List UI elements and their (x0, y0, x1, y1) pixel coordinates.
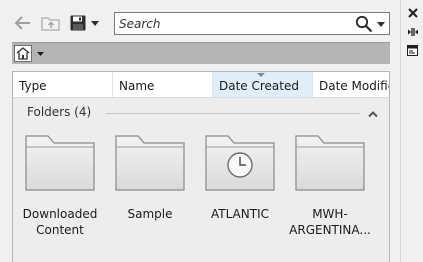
properties-button[interactable] (404, 42, 421, 58)
folder-clock-icon (204, 134, 276, 192)
home-icon (14, 45, 32, 62)
search-input[interactable] (119, 15, 349, 32)
group-label: Folders (4) (27, 105, 92, 119)
chevron-down-icon (377, 21, 385, 27)
group-header-folders[interactable]: Folders (4) (13, 102, 389, 122)
back-arrow-icon (14, 16, 30, 30)
close-button[interactable] (404, 5, 421, 21)
folder-icon (114, 134, 186, 192)
folder-label: Downloaded Content (22, 207, 98, 237)
folder-label: ATLANTIC (210, 207, 269, 221)
save-options-dropdown[interactable] (88, 12, 102, 34)
properties-icon (407, 44, 418, 56)
close-icon (407, 8, 418, 18)
chevron-down-icon (37, 51, 44, 56)
group-divider (106, 113, 360, 114)
column-header-date-created-label: Date Created (219, 79, 299, 93)
palette-title-strip (400, 0, 423, 262)
column-header-date-modified[interactable]: Date Modified (313, 72, 389, 97)
column-header-row: Type Name Date Created Date Modified (13, 72, 389, 98)
navigation-bar (12, 42, 390, 64)
search-options-dropdown[interactable] (377, 17, 387, 31)
home-button[interactable] (14, 44, 50, 63)
save-button[interactable] (67, 12, 89, 34)
folder-item-downloaded-content[interactable]: Downloaded Content (15, 134, 105, 238)
column-header-type[interactable]: Type (13, 72, 113, 97)
auto-hide-button[interactable] (404, 24, 421, 40)
file-list-panel: Type Name Date Created Date Modified Fol… (12, 71, 390, 262)
folder-label: Sample (127, 207, 173, 221)
search-icon (355, 15, 373, 33)
sort-descending-icon (257, 73, 265, 77)
back-button[interactable] (12, 12, 34, 34)
search-button[interactable] (355, 15, 373, 33)
group-collapse-button[interactable] (368, 107, 380, 118)
toolbar (0, 0, 400, 42)
folder-item-mwh-argentina[interactable]: MWH- ARGENTINA... (285, 134, 375, 238)
chevron-up-icon (368, 111, 378, 118)
folder-icon (294, 134, 366, 192)
column-header-name[interactable]: Name (113, 72, 213, 97)
floppy-disk-icon (70, 15, 86, 31)
folder-item-sample[interactable]: Sample (105, 134, 195, 222)
search-box (114, 12, 390, 35)
folder-icon (24, 134, 96, 192)
up-folder-icon (41, 17, 60, 31)
folder-item-atlantic[interactable]: ATLANTIC (195, 134, 285, 222)
auto-hide-icon (407, 28, 418, 36)
folder-label: MWH- ARGENTINA... (289, 207, 371, 237)
up-folder-button[interactable] (40, 12, 62, 34)
chevron-down-icon (91, 20, 99, 26)
column-header-date-created[interactable]: Date Created (213, 72, 313, 97)
